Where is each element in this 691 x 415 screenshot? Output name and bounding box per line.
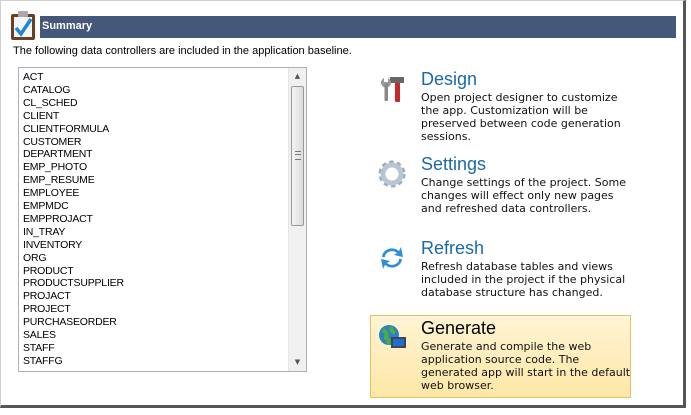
generate-title: Generate [421,318,497,338]
refresh-action[interactable]: Refresh Refresh database tables and view… [370,235,631,319]
tools-icon [381,77,404,102]
controller-item[interactable]: ACT [23,71,44,83]
refresh-icon [381,247,403,269]
controller-item[interactable]: INVENTORY [23,239,82,251]
settings-action[interactable]: Settings Change settings of the project.… [370,151,631,235]
refresh-title: Refresh [421,238,485,258]
controller-item[interactable]: IN_TRAY [23,226,65,238]
generate-description: Generate and compile the web application… [421,340,631,392]
controllers-listbox[interactable]: ▲ ▼ ACT CATALOG CL_SCHED CLIENT CLIENTFORMUL… [18,67,307,372]
scroll-up-arrow-icon[interactable]: ▲ [289,68,306,85]
summary-header: Summary [40,16,676,38]
listbox-scrollbar[interactable]: ▲ ▼ [288,68,306,371]
controller-item[interactable]: EMPLOYEE [23,187,79,199]
controller-item[interactable]: PRODUCT [23,265,74,277]
intro-text: The following data controllers are inclu… [13,45,352,57]
design-title: Design [421,69,478,89]
clipboard-check-icon [11,11,35,40]
controller-item[interactable]: CUSTOMER [23,136,81,148]
controller-item[interactable]: PROJACT [23,290,71,302]
controller-item[interactable]: STAFF [23,342,55,354]
globe-computer-icon [379,325,406,348]
settings-title: Settings [421,154,487,174]
controller-item[interactable]: PURCHASEORDER [23,316,117,328]
controller-item[interactable]: PROJECT [23,303,71,315]
controller-item[interactable]: EMPMDC [23,200,69,212]
refresh-description: Refresh database tables and views includ… [421,260,626,299]
settings-description: Change settings of the project. Some cha… [421,176,626,215]
controller-item[interactable]: CATALOG [23,84,70,96]
controller-item[interactable]: DEPARTMENT [23,148,93,160]
controller-item[interactable]: SALES [23,329,56,341]
scrollbar-thumb[interactable] [291,86,304,226]
controller-item[interactable]: PRODUCTSUPPLIER [23,277,124,289]
controller-item[interactable]: EMP_PHOTO [23,161,87,173]
controller-item[interactable]: CL_SCHED [23,97,78,109]
generate-action[interactable]: Generate Generate and compile the web ap… [370,315,631,398]
controller-item[interactable]: ORG [23,252,47,264]
design-action[interactable]: Design Open project designer to customiz… [370,66,631,150]
controller-item[interactable]: EMPPROJACT [23,213,93,225]
controller-item[interactable]: EMP_RESUME [23,174,95,186]
controller-item[interactable]: CLIENTFORMULA [23,123,109,135]
controller-item[interactable]: STAFFG [23,355,63,367]
summary-title: Summary [42,20,93,32]
gear-icon [378,160,406,188]
design-description: Open project designer to customize the a… [421,91,621,143]
controller-item[interactable]: CLIENT [23,110,59,122]
scroll-down-arrow-icon[interactable]: ▼ [289,354,306,371]
